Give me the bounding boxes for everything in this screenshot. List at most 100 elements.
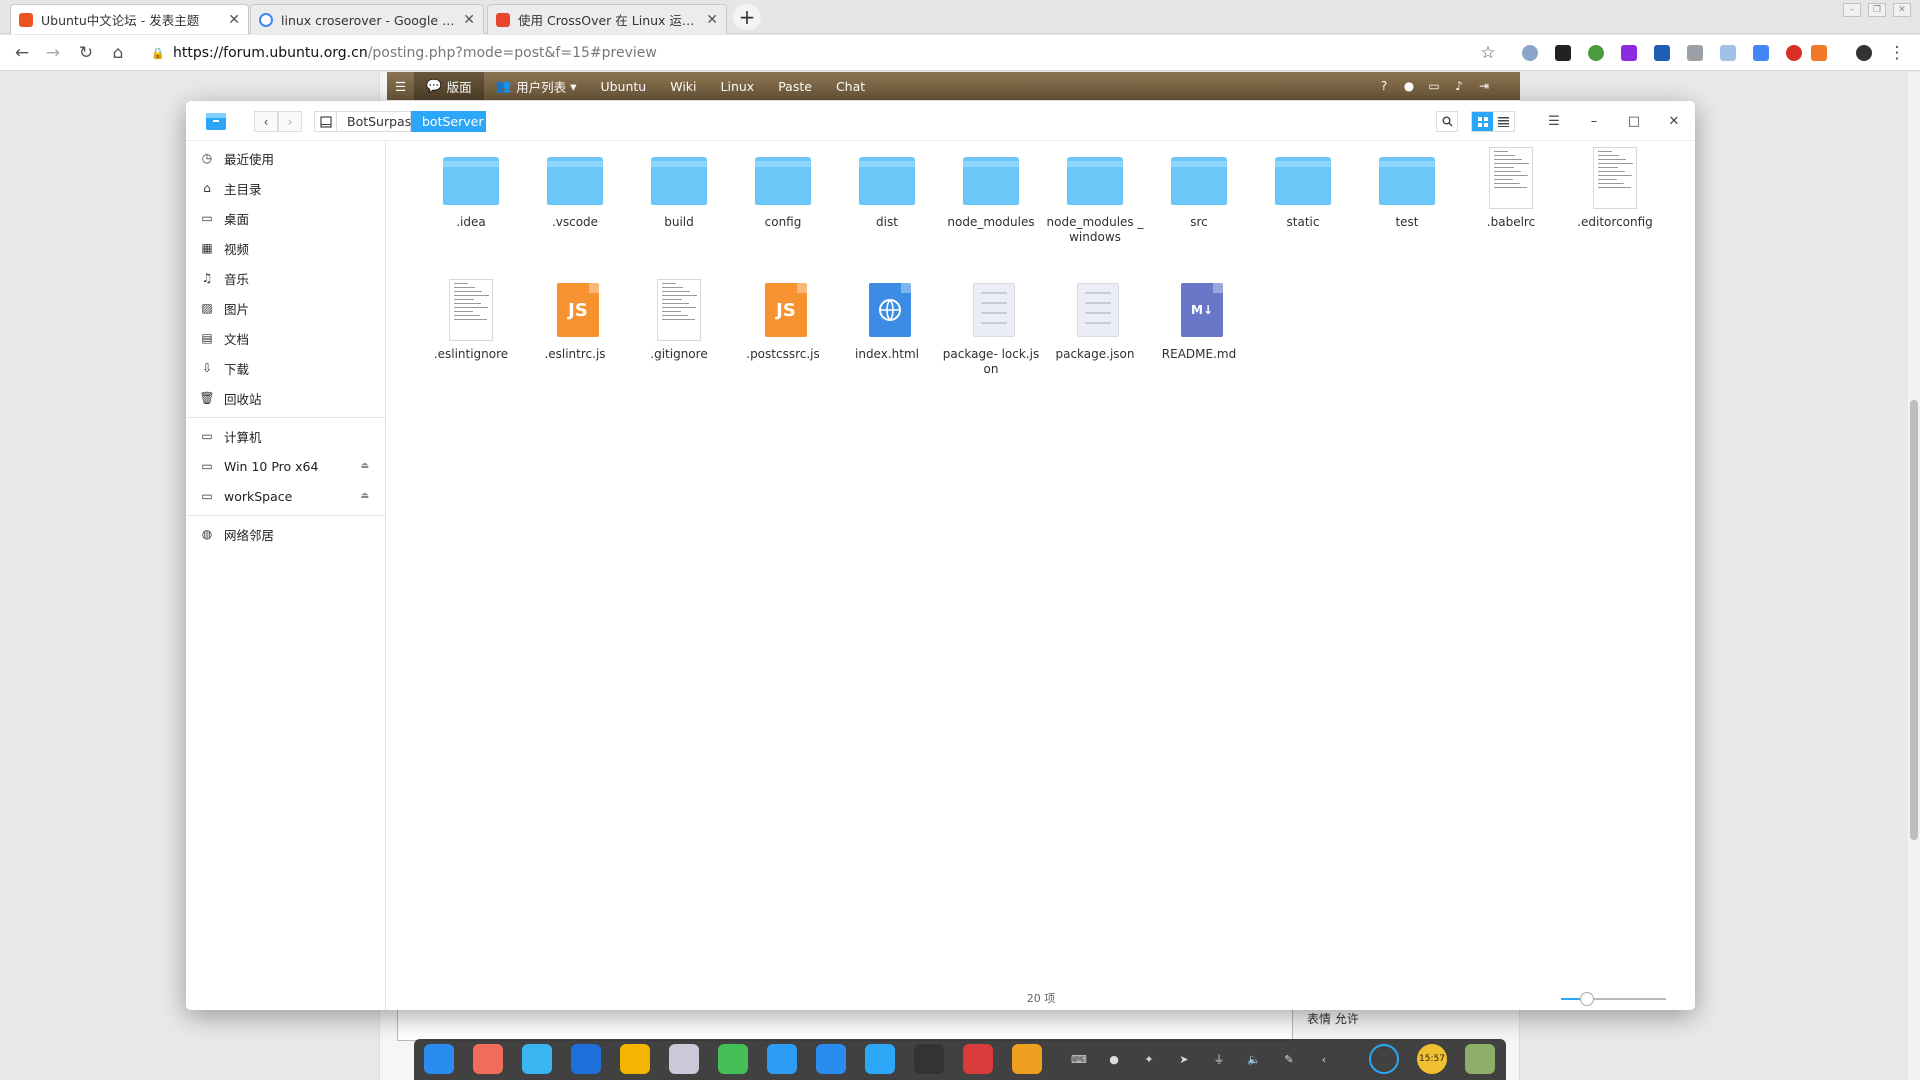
help-icon[interactable]: ? bbox=[1377, 79, 1391, 93]
app-store-tray-icon[interactable]: ✦ bbox=[1141, 1051, 1157, 1067]
file-item[interactable]: .gitignore bbox=[629, 279, 729, 362]
profile-icon[interactable] bbox=[1856, 45, 1872, 61]
nav-back-button[interactable]: ‹ bbox=[254, 111, 278, 132]
sidebar-item[interactable]: ▭ workSpace ⏏ bbox=[186, 483, 385, 509]
forum-menu-button[interactable]: ☰ bbox=[387, 72, 414, 100]
sidebar-item[interactable]: ◷ 最近使用 bbox=[186, 145, 385, 171]
zoom-slider-handle[interactable] bbox=[1580, 992, 1594, 1006]
logout-icon[interactable]: ⇥ bbox=[1477, 79, 1491, 93]
sidebar-item[interactable]: ◍ 网络邻居 bbox=[186, 521, 385, 547]
usb-icon[interactable]: ⏚ bbox=[1211, 1051, 1227, 1067]
file-item[interactable]: .babelrc bbox=[1461, 147, 1561, 230]
breadcrumb-item-current[interactable]: botServer bbox=[411, 111, 486, 132]
extension-icon[interactable] bbox=[1654, 45, 1670, 61]
video-player-icon[interactable] bbox=[571, 1044, 601, 1074]
nav-forward-button[interactable]: › bbox=[278, 111, 302, 132]
file-item[interactable]: config bbox=[733, 147, 833, 230]
file-item[interactable]: build bbox=[629, 147, 729, 230]
app-store-icon[interactable] bbox=[767, 1044, 797, 1074]
extension-icon[interactable] bbox=[1621, 45, 1637, 61]
browser-tab[interactable]: Ubuntu中文论坛 - 发表主题 ✕ bbox=[10, 4, 249, 34]
user-icon[interactable]: ● bbox=[1402, 79, 1416, 93]
bookmark-star-icon[interactable]: ☆ bbox=[1476, 41, 1500, 65]
sidebar-item[interactable]: ▦ 视频 bbox=[186, 235, 385, 261]
forum-nav-linux[interactable]: Linux bbox=[709, 72, 767, 100]
menu-icon[interactable]: ⋮ bbox=[1885, 41, 1909, 65]
forward-button[interactable]: → bbox=[41, 41, 65, 65]
sidebar-item[interactable]: ▨ 图片 bbox=[186, 295, 385, 321]
archive-icon[interactable] bbox=[1012, 1044, 1042, 1074]
terminal-icon[interactable] bbox=[963, 1044, 993, 1074]
browser-tab[interactable]: linux croserover - Google 搜索 ✕ bbox=[250, 4, 484, 34]
forum-nav-ubuntu[interactable]: Ubuntu bbox=[588, 72, 658, 100]
keyboard-icon[interactable]: ⌨ bbox=[1071, 1051, 1087, 1067]
extension-icon[interactable] bbox=[1811, 45, 1827, 61]
file-item[interactable]: node_modules _windows bbox=[1045, 147, 1145, 245]
file-item[interactable]: static bbox=[1253, 147, 1353, 230]
forum-nav-chat[interactable]: Chat bbox=[824, 72, 877, 100]
file-item[interactable]: index.html bbox=[837, 279, 937, 362]
close-icon[interactable]: ✕ bbox=[1663, 111, 1685, 132]
trash-dock-icon[interactable] bbox=[1465, 1044, 1495, 1074]
extension-icon[interactable] bbox=[1555, 45, 1571, 61]
deepin-launcher-icon[interactable] bbox=[424, 1044, 454, 1074]
file-item[interactable]: JS .postcssrc.js bbox=[733, 279, 833, 362]
file-item[interactable]: package- lock.json bbox=[941, 279, 1041, 377]
reload-button[interactable]: ↻ bbox=[74, 41, 98, 65]
translate-icon[interactable] bbox=[1753, 45, 1769, 61]
post-textarea[interactable] bbox=[397, 1007, 1293, 1041]
forum-nav-wiki[interactable]: Wiki bbox=[658, 72, 708, 100]
minimize-window-button[interactable]: – bbox=[1843, 3, 1861, 17]
file-item[interactable]: src bbox=[1149, 147, 1249, 230]
page-scrollbar-thumb[interactable] bbox=[1910, 400, 1918, 840]
wechat-icon[interactable] bbox=[718, 1044, 748, 1074]
eject-icon[interactable]: ⏏ bbox=[360, 461, 369, 471]
sidebar-item[interactable]: ▤ 文档 bbox=[186, 325, 385, 351]
file-item[interactable]: .vscode bbox=[525, 147, 625, 230]
file-item[interactable]: .idea bbox=[421, 147, 521, 230]
maximize-icon[interactable]: □ bbox=[1623, 111, 1645, 132]
forum-nav-users[interactable]: 👥 用户列表 ▾ bbox=[484, 72, 589, 100]
clock-widget[interactable]: 15:57 bbox=[1417, 1044, 1447, 1074]
file-item[interactable]: node_modules bbox=[941, 147, 1041, 230]
drive-icon[interactable] bbox=[314, 111, 336, 132]
sidebar-item[interactable]: ⌂ 主目录 bbox=[186, 175, 385, 201]
file-item[interactable]: dist bbox=[837, 147, 937, 230]
breadcrumb-item[interactable]: BotSurpass bbox=[336, 111, 418, 132]
inbox-icon[interactable]: ▭ bbox=[1427, 79, 1441, 93]
hamburger-menu-icon[interactable]: ☰ bbox=[1543, 111, 1565, 132]
power-icon[interactable] bbox=[1369, 1044, 1399, 1074]
sidebar-item[interactable]: 🗑 回收站 bbox=[186, 385, 385, 411]
home-button[interactable]: ⌂ bbox=[106, 41, 130, 65]
control-center-icon[interactable] bbox=[865, 1044, 895, 1074]
extension-icon[interactable] bbox=[1588, 45, 1604, 61]
sidebar-item[interactable]: ▭ 计算机 bbox=[186, 423, 385, 449]
file-item[interactable]: JS .eslintrc.js bbox=[525, 279, 625, 362]
icon-view-icon[interactable] bbox=[1472, 112, 1493, 131]
extension-icon[interactable] bbox=[1720, 45, 1736, 61]
minimize-icon[interactable]: – bbox=[1583, 111, 1605, 132]
adblock-icon[interactable] bbox=[1786, 45, 1802, 61]
sidebar-item[interactable]: ♫ 音乐 bbox=[186, 265, 385, 291]
new-tab-button[interactable]: + bbox=[733, 4, 761, 30]
volume-icon[interactable]: 🔈 bbox=[1246, 1051, 1262, 1067]
file-item[interactable]: .editorconfig bbox=[1565, 147, 1665, 230]
file-manager-icon[interactable] bbox=[522, 1044, 552, 1074]
close-tab-icon[interactable]: ✕ bbox=[706, 12, 718, 28]
browser-tab[interactable]: 使用 CrossOver 在 Linux 运行 Wi ✕ bbox=[487, 4, 727, 34]
file-item[interactable]: .eslintignore bbox=[421, 279, 521, 362]
feishu-icon[interactable] bbox=[816, 1044, 846, 1074]
close-tab-icon[interactable]: ✕ bbox=[463, 12, 475, 28]
eject-icon[interactable]: ⏏ bbox=[360, 491, 369, 501]
address-bar[interactable]: https://forum.ubuntu.org.cn/posting.php?… bbox=[173, 45, 657, 61]
sidebar-item[interactable]: ▭ 桌面 bbox=[186, 205, 385, 231]
extension-icon[interactable] bbox=[1687, 45, 1703, 61]
list-view-icon[interactable] bbox=[1493, 112, 1514, 131]
wechat-tray-icon[interactable]: ● bbox=[1106, 1051, 1122, 1067]
chrome-icon[interactable] bbox=[620, 1044, 650, 1074]
telegram-icon[interactable]: ➤ bbox=[1176, 1051, 1192, 1067]
settings-icon[interactable] bbox=[669, 1044, 699, 1074]
file-item[interactable]: test bbox=[1357, 147, 1457, 230]
forum-nav-paste[interactable]: Paste bbox=[766, 72, 824, 100]
close-window-button[interactable]: ✕ bbox=[1893, 3, 1911, 17]
